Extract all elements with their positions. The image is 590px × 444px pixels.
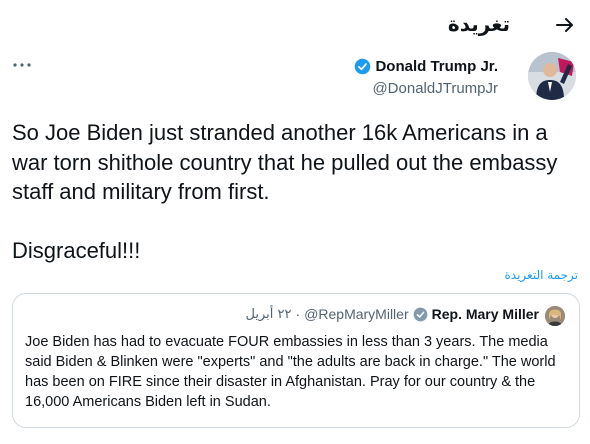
quoted-tweet-text: Joe Biden has had to evacuate FOUR embas…: [25, 334, 556, 410]
quoted-tweet-header: ٢٢ أبريل · @RepMaryMiller Rep. Mary Mill…: [246, 306, 539, 322]
quoted-verified-badge-icon: [413, 307, 428, 322]
quoted-tweet-separator: ·: [295, 306, 301, 322]
author-avatar[interactable]: [528, 52, 576, 100]
author-name-row[interactable]: Donald Trump Jr.: [354, 58, 498, 75]
page-title: تغريدة: [447, 12, 510, 36]
author-name: Donald Trump Jr.: [375, 58, 498, 75]
verified-badge-icon: [354, 58, 371, 75]
top-bar: تغريدة: [0, 0, 590, 50]
quoted-author-name: Rep. Mary Miller: [431, 306, 539, 322]
quoted-tweet-date: ٢٢ أبريل: [245, 306, 292, 322]
translate-tweet-link[interactable]: ترجمة التغريدة: [504, 268, 578, 282]
quoted-author-handle: @RepMaryMiller: [304, 306, 409, 322]
quoted-tweet-card[interactable]: ٢٢ أبريل · @RepMaryMiller Rep. Mary Mill…: [12, 293, 580, 428]
author-handle[interactable]: @DonaldJTrumpJr: [372, 80, 498, 97]
tweet-text: So Joe Biden just stranded another 16k A…: [12, 120, 558, 263]
more-options-icon[interactable]: [12, 58, 32, 72]
quoted-author-avatar: [545, 306, 565, 326]
back-arrow-icon[interactable]: [553, 13, 577, 37]
